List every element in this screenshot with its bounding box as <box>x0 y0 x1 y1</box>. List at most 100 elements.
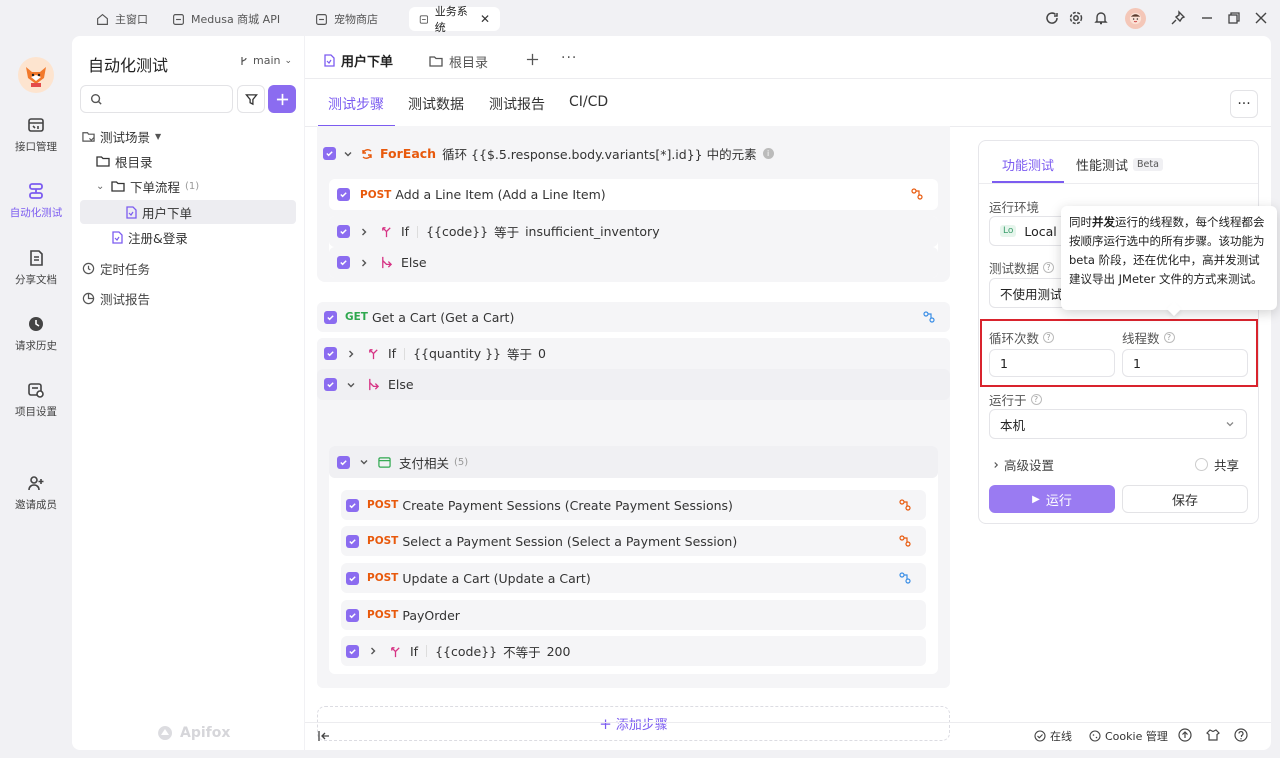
gear-icon[interactable] <box>1068 10 1084 26</box>
close-window-icon[interactable] <box>1253 10 1269 26</box>
more-options-button[interactable]: ··· <box>1230 90 1258 118</box>
test-case-icon <box>126 205 137 219</box>
bell-icon[interactable] <box>1093 10 1109 26</box>
tab-main-window[interactable]: 主窗口 <box>86 7 158 31</box>
step-checkbox[interactable] <box>346 534 359 548</box>
step-checkbox[interactable] <box>337 256 350 269</box>
advanced-settings[interactable]: 高级设置 <box>991 455 1054 474</box>
foreach-step[interactable]: ForEach 循环 {{$.5.response.body.variants[… <box>323 144 774 163</box>
subtab-test-steps[interactable]: 测试步骤 <box>328 94 384 114</box>
step-checkbox[interactable] <box>324 310 337 324</box>
link-import-icon[interactable] <box>922 310 936 324</box>
minimize-icon[interactable] <box>1199 10 1215 26</box>
chevron-down-icon[interactable] <box>345 379 357 391</box>
online-status[interactable]: 在线 <box>1034 728 1072 744</box>
step-payorder[interactable]: POST PayOrder <box>341 600 926 630</box>
tab-performance-test[interactable]: 性能测试 Beta <box>1076 155 1163 174</box>
restore-icon[interactable] <box>1226 10 1242 26</box>
if-left: {{code}} <box>435 643 498 659</box>
cookie-management[interactable]: Cookie 管理 <box>1089 728 1168 744</box>
filter-button[interactable] <box>237 85 265 113</box>
step-add-line-item[interactable]: POST Add a Line Item (Add a Line Item) <box>329 179 938 210</box>
tab-pet-store[interactable]: 宠物商店 <box>305 7 388 31</box>
tree-root-folder[interactable]: 根目录 <box>96 149 153 173</box>
run-on-select[interactable]: 本机 <box>989 409 1247 439</box>
step-get-cart[interactable]: GET Get a Cart (Get a Cart) <box>317 302 950 332</box>
chevron-right-icon[interactable] <box>358 226 370 238</box>
step-checkbox[interactable] <box>323 147 336 160</box>
step-if-code-200[interactable]: If {{code}} 不等于 200 <box>341 636 926 666</box>
chevron-down-icon[interactable] <box>358 456 370 468</box>
subtab-test-data[interactable]: 测试数据 <box>408 94 464 114</box>
refresh-icon[interactable] <box>1044 10 1060 26</box>
loops-input[interactable]: 1 <box>989 349 1115 377</box>
more-tabs-icon[interactable]: ··· <box>561 50 577 66</box>
link-import-icon[interactable] <box>898 571 912 585</box>
subtab-test-report[interactable]: 测试报告 <box>489 94 545 114</box>
step-checkbox[interactable] <box>337 225 350 238</box>
link-import-icon[interactable] <box>898 534 912 548</box>
tree-test-scenarios[interactable]: 测试场景 ▼ <box>82 124 161 148</box>
tab-medusa-api[interactable]: Medusa 商城 API <box>162 7 290 31</box>
step-if-quantity[interactable]: If {{quantity }} 等于 0 <box>317 338 950 369</box>
step-update-cart[interactable]: POST Update a Cart (Update a Cart) <box>341 563 926 593</box>
step-else-2[interactable]: Else <box>317 369 950 400</box>
rail-item-request-history[interactable]: 请求历史 <box>0 315 72 353</box>
link-import-icon[interactable] <box>898 498 912 512</box>
step-create-payment-sessions[interactable]: POST Create Payment Sessions (Create Pay… <box>341 490 926 520</box>
save-button[interactable]: 保存 <box>1122 485 1248 513</box>
tree-scheduled-tasks[interactable]: 定时任务 <box>82 256 150 280</box>
step-select-payment-session[interactable]: POST Select a Payment Session (Select a … <box>341 526 926 556</box>
search-input[interactable] <box>80 85 233 113</box>
doc-tab-root[interactable]: 根目录 <box>429 52 488 71</box>
add-step-button[interactable]: + 添加步骤 <box>317 706 950 741</box>
doc-tab-user-order[interactable]: 用户下单 <box>311 44 418 76</box>
rail-item-invite-members[interactable]: 邀请成员 <box>0 474 72 512</box>
project-logo[interactable] <box>18 57 54 93</box>
help-icon[interactable]: ? <box>1163 332 1175 343</box>
tree-order-flow-folder[interactable]: ⌄ 下单流程 (1) <box>96 174 199 198</box>
tab-business-system[interactable]: 业务系统 ✕ <box>409 5 500 34</box>
branch-selector[interactable]: main ⌄ <box>239 54 292 67</box>
step-checkbox[interactable] <box>346 571 359 585</box>
avatar[interactable] <box>1125 8 1146 29</box>
link-import-icon[interactable] <box>910 187 924 201</box>
help-icon[interactable] <box>1234 728 1248 742</box>
threads-input[interactable]: 1 <box>1122 349 1248 377</box>
step-checkbox[interactable] <box>324 347 337 360</box>
upload-icon[interactable] <box>1178 728 1192 742</box>
shirt-icon[interactable] <box>1206 728 1220 742</box>
new-tab-plus-icon[interactable] <box>526 53 539 66</box>
collapse-sidebar-icon[interactable] <box>317 729 331 743</box>
rail-item-share-docs[interactable]: 分享文档 <box>0 249 72 287</box>
step-group-payment[interactable]: 支付相关 (5) <box>329 446 938 478</box>
subtab-cicd[interactable]: CI/CD <box>569 94 608 110</box>
tooltip-text-bold: 并发 <box>1092 215 1115 229</box>
add-button[interactable] <box>268 85 296 113</box>
step-checkbox[interactable] <box>337 188 350 201</box>
step-checkbox[interactable] <box>324 378 337 391</box>
rail-item-automation[interactable]: 自动化测试 <box>0 182 72 220</box>
step-checkbox[interactable] <box>337 455 350 469</box>
close-icon[interactable]: ✕ <box>480 12 490 26</box>
rail-item-project-settings[interactable]: 项目设置 <box>0 381 72 419</box>
step-if-code[interactable]: If {{code}} 等于 insufficient_inventory <box>329 216 938 247</box>
run-button[interactable]: ▶ 运行 <box>989 485 1115 513</box>
tree-user-order-case[interactable]: 用户下单 <box>80 200 296 224</box>
share-radio[interactable] <box>1195 458 1208 471</box>
chevron-right-icon[interactable] <box>358 257 370 269</box>
chevron-down-icon[interactable] <box>342 148 354 160</box>
chevron-right-icon[interactable] <box>367 645 379 657</box>
step-checkbox[interactable] <box>346 644 359 658</box>
step-checkbox[interactable] <box>346 498 359 512</box>
tree-register-login-case[interactable]: 注册&登录 <box>111 225 188 249</box>
tab-functional-test[interactable]: 功能测试 <box>1002 155 1054 174</box>
step-else-1[interactable]: Else <box>329 247 938 278</box>
chevron-right-icon[interactable] <box>345 348 357 360</box>
share-toggle[interactable]: 共享 <box>1195 455 1239 474</box>
filter-icon <box>244 93 258 105</box>
rail-item-api-management[interactable]: 接口管理 <box>0 116 72 154</box>
tree-test-reports[interactable]: 测试报告 <box>82 286 150 310</box>
step-checkbox[interactable] <box>346 608 359 622</box>
pin-icon[interactable] <box>1170 10 1186 26</box>
